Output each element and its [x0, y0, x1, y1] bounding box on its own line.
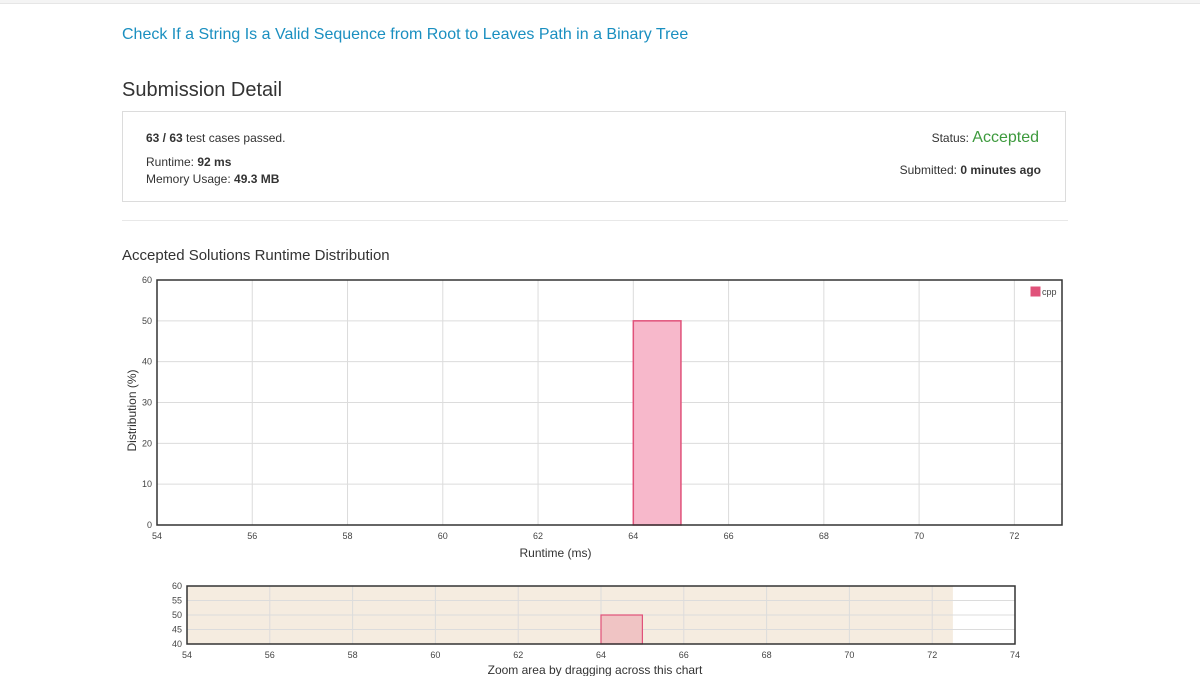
x-tick-label: 54 — [182, 650, 192, 660]
zoom-navigator-chart[interactable]: 40 45 50 55 60 54 56 58 60 62 64 66 68 70 72 74 Zoom are… — [0, 0, 1200, 676]
x-tick-label: 66 — [679, 650, 689, 660]
x-tick-label: 72 — [927, 650, 937, 660]
y-tick-label: 50 — [172, 610, 182, 620]
y-tick-label: 40 — [172, 639, 182, 649]
x-tick-label: 62 — [513, 650, 523, 660]
y-tick-label: 60 — [172, 581, 182, 591]
y-tick-label: 45 — [172, 625, 182, 635]
x-tick-label: 60 — [430, 650, 440, 660]
x-tick-label: 74 — [1010, 650, 1020, 660]
y-tick-label: 55 — [172, 596, 182, 606]
x-tick-label: 70 — [844, 650, 854, 660]
histogram-bar — [600, 614, 644, 645]
x-tick-label: 68 — [762, 650, 772, 660]
x-tick-label: 56 — [265, 650, 275, 660]
x-tick-label: 64 — [596, 650, 606, 660]
x-tick-label: 58 — [348, 650, 358, 660]
zoom-caption: Zoom area by dragging across this chart — [488, 663, 703, 676]
